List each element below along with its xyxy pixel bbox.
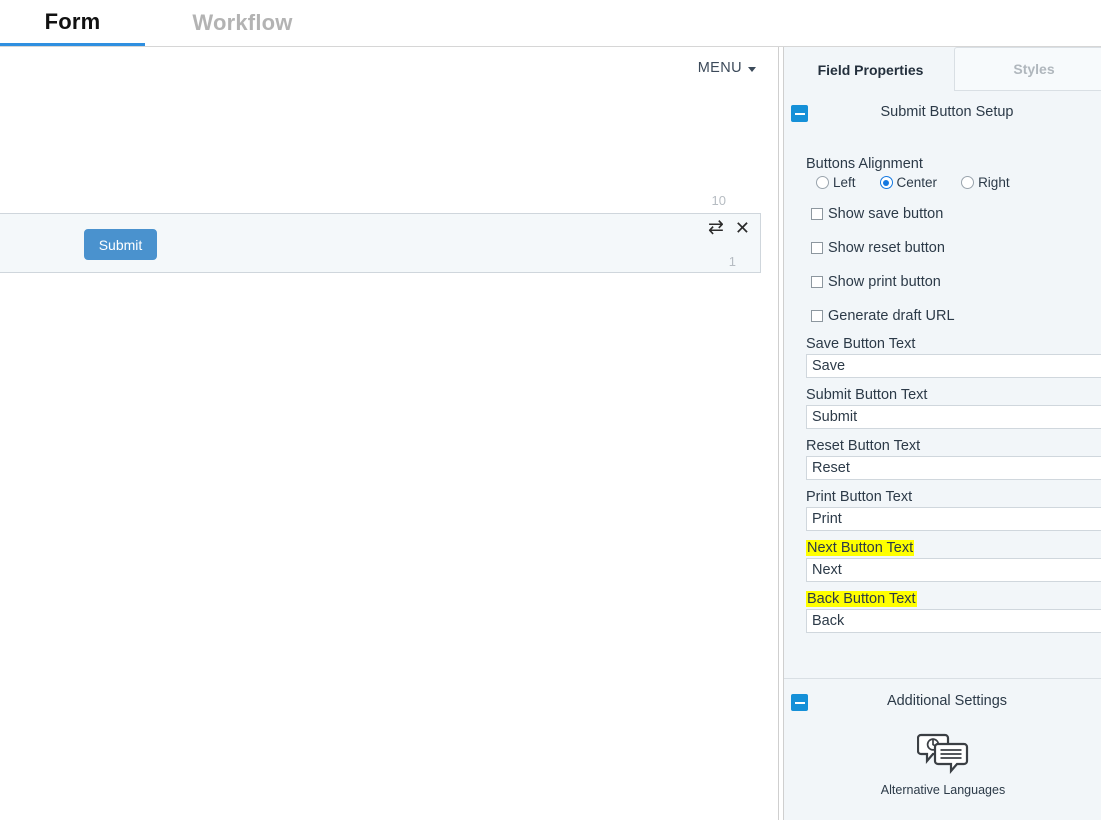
chevron-down-icon — [748, 67, 756, 72]
tab-form-label: Form — [45, 9, 101, 35]
reset-button-text-input[interactable] — [806, 456, 1101, 480]
submit-button-label: Submit — [99, 237, 143, 253]
section-title-additional-settings: Additional Settings — [784, 693, 1101, 709]
field-save-button-text-label: Save Button Text — [806, 336, 1101, 352]
save-button-text-input[interactable] — [806, 354, 1101, 378]
checkbox-show-print-button-label: Show print button — [828, 274, 941, 290]
back-button-text-input[interactable] — [806, 609, 1101, 633]
tab-workflow-label: Workflow — [192, 10, 292, 36]
tab-field-properties[interactable]: Field Properties — [788, 47, 953, 92]
tile-alternative-languages-caption: Alternative Languages — [784, 783, 1101, 797]
next-button-text-input[interactable] — [806, 558, 1101, 582]
menu-button[interactable]: MENU — [698, 60, 756, 76]
field-reset-button-text-label: Reset Button Text — [806, 438, 1101, 454]
field-next-button-text-highlight: Next Button Text — [806, 540, 914, 556]
main-tab-bar: Form Workflow — [0, 0, 1101, 47]
field-back-button-text-label: Back Button Text — [806, 591, 1101, 607]
menu-button-label: MENU — [698, 60, 742, 76]
field-print-button-text-label: Print Button Text — [806, 489, 1101, 505]
tile-alternative-languages[interactable]: Alternative Languages — [784, 731, 1101, 797]
field-back-button-text: Back Button Text — [784, 591, 1101, 633]
swap-icon[interactable]: ⇄ — [708, 218, 724, 237]
section-header-submit-button-setup: Submit Button Setup — [784, 92, 1101, 138]
radio-align-left-label: Left — [833, 175, 856, 190]
checkbox-indicator — [811, 208, 823, 220]
tab-styles[interactable]: Styles — [954, 47, 1101, 91]
section-submit-button-setup: Submit Button Setup Buttons Alignment Le… — [784, 92, 1101, 633]
buttons-alignment-group: Buttons Alignment Left Center Right — [784, 156, 1101, 190]
button-text-fields: Save Button Text Submit Button Text Rese… — [784, 336, 1101, 633]
submit-button[interactable]: Submit — [84, 229, 157, 260]
checkbox-show-print-button[interactable]: Show print button — [811, 274, 1101, 290]
field-submit-button-text: Submit Button Text — [784, 387, 1101, 429]
field-back-button-text-highlight: Back Button Text — [806, 591, 917, 607]
checkbox-show-save-button-label: Show save button — [828, 206, 943, 222]
radio-left-indicator — [816, 176, 829, 189]
toggle-checkbox-list: Show save button Show reset button Show … — [784, 206, 1101, 324]
radio-align-center[interactable]: Center — [880, 175, 938, 190]
panel-tab-bar: Field Properties Styles — [784, 47, 1101, 92]
field-next-button-text: Next Button Text — [784, 540, 1101, 582]
field-reset-button-text: Reset Button Text — [784, 438, 1101, 480]
radio-right-indicator — [961, 176, 974, 189]
section-title-submit-button-setup: Submit Button Setup — [784, 104, 1101, 120]
checkbox-indicator — [811, 242, 823, 254]
print-button-text-input[interactable] — [806, 507, 1101, 531]
buttons-alignment-radios: Left Center Right — [816, 175, 1101, 190]
row-toolbar: ⇄ ✕ — [708, 218, 750, 237]
checkbox-generate-draft-url-label: Generate draft URL — [828, 308, 955, 324]
speech-bubbles-icon[interactable] — [917, 762, 969, 779]
section-additional-settings: Additional Settings Alternative Language… — [784, 679, 1101, 725]
radio-align-right-label: Right — [978, 175, 1010, 190]
checkbox-show-reset-button[interactable]: Show reset button — [811, 240, 1101, 256]
properties-panel: Field Properties Styles Submit Button Se… — [783, 47, 1101, 820]
field-print-button-text: Print Button Text — [784, 489, 1101, 531]
radio-align-left[interactable]: Left — [816, 175, 856, 190]
checkbox-show-save-button[interactable]: Show save button — [811, 206, 1101, 222]
submit-button-text-input[interactable] — [806, 405, 1101, 429]
tab-workflow[interactable]: Workflow — [150, 0, 335, 46]
radio-align-right[interactable]: Right — [961, 175, 1010, 190]
checkbox-show-reset-button-label: Show reset button — [828, 240, 945, 256]
tab-styles-label: Styles — [1013, 61, 1054, 77]
field-next-button-text-label: Next Button Text — [806, 540, 1101, 556]
row-index-above: 10 — [712, 193, 726, 208]
row-index-below: 1 — [729, 254, 736, 269]
section-header-additional-settings: Additional Settings — [784, 679, 1101, 725]
field-save-button-text: Save Button Text — [784, 336, 1101, 378]
checkbox-indicator — [811, 310, 823, 322]
buttons-alignment-label: Buttons Alignment — [806, 156, 1101, 172]
tab-field-properties-label: Field Properties — [818, 62, 924, 78]
form-canvas: MENU 10 Submit ⇄ ✕ 1 — [0, 47, 779, 820]
checkbox-indicator — [811, 276, 823, 288]
tab-form[interactable]: Form — [0, 0, 145, 46]
checkbox-generate-draft-url[interactable]: Generate draft URL — [811, 308, 1101, 324]
field-submit-button-text-label: Submit Button Text — [806, 387, 1101, 403]
radio-center-indicator — [880, 176, 893, 189]
form-builder-screen: Form Workflow MENU 10 Submit ⇄ ✕ 1 Fie — [0, 0, 1101, 820]
radio-align-center-label: Center — [897, 175, 938, 190]
form-row-submit[interactable]: Submit ⇄ ✕ 1 — [0, 213, 761, 273]
close-icon[interactable]: ✕ — [735, 219, 750, 237]
